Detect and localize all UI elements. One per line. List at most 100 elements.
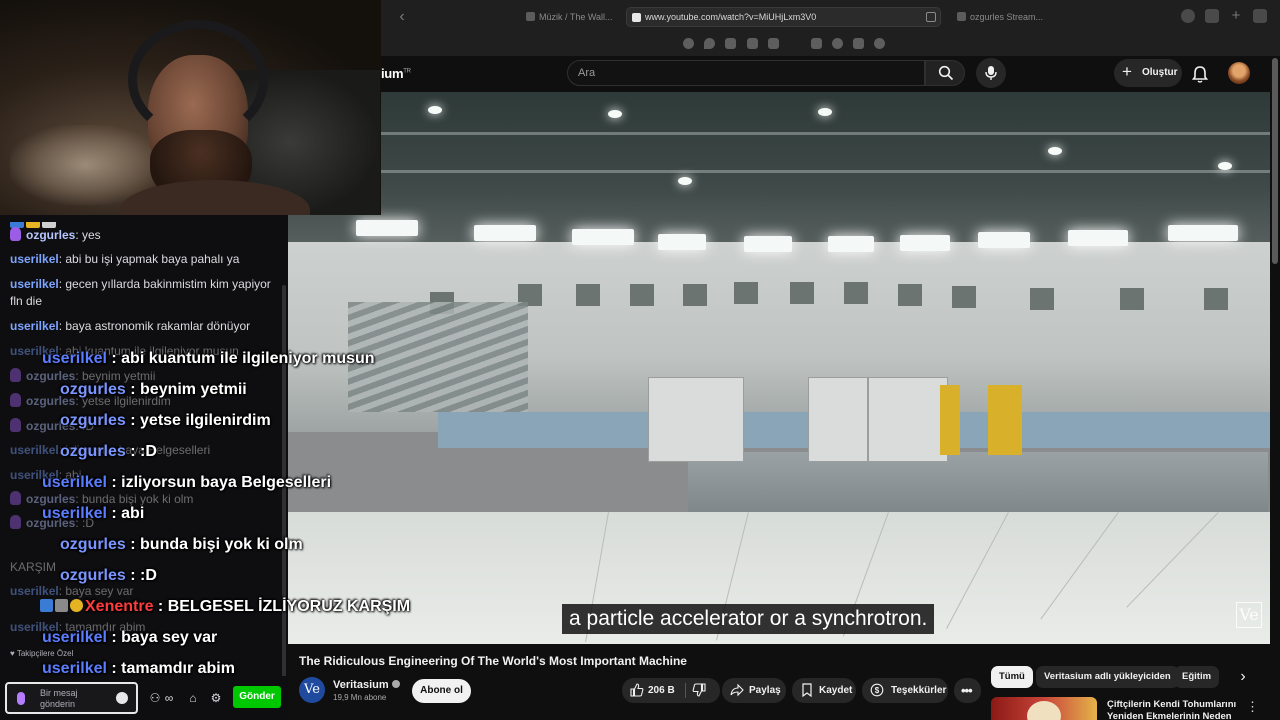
overlay-message: userilkel : baya sey var [42,629,217,647]
video-frame-detail [988,385,1022,455]
extension-icon[interactable] [683,38,694,49]
extension-icon[interactable] [832,38,843,49]
like-count[interactable]: 206 B [648,678,675,703]
recommendation-thumbnail[interactable] [991,697,1097,720]
search-input[interactable] [578,67,898,79]
video-frame-detail [1204,288,1228,310]
overlay-username: Xenentre [85,598,154,615]
broadcaster-badge-icon [10,227,21,241]
video-frame-detail [744,236,792,252]
create-label: Oluştur [1142,67,1178,78]
video-frame-detail [952,286,976,308]
channel-avatar[interactable]: Ve [299,677,325,703]
voice-search-button[interactable] [976,58,1006,88]
share-label: Paylaş [749,685,781,696]
account-avatar[interactable] [1228,62,1250,84]
overlay-message: ozgurles : beynim yetmii [60,381,247,399]
extension-icon[interactable] [811,38,822,49]
chip-education[interactable]: Eğitim [1174,666,1220,688]
extension-icon[interactable] [874,38,885,49]
page-scrollbar-thumb[interactable] [1272,58,1278,264]
chat-username[interactable]: ozgurles [26,228,75,242]
back-arrow-icon[interactable]: ‹ [393,8,411,26]
chat-settings-gear-icon[interactable]: ⚙ [209,691,223,705]
extension-icon[interactable] [704,38,715,49]
video-frame-detail [808,377,868,462]
more-dots-icon: ••• [961,683,973,698]
search-button[interactable] [925,60,965,86]
overlay-message: ozgurles : bunda bişi yok ki olm [60,536,303,554]
chat-message: userilkel: abi bu işi yapmak baya pahalı… [10,251,272,268]
thumbnail-detail [1027,701,1061,720]
extensions-icon[interactable] [1181,9,1195,23]
overlay-username: ozgurles [60,536,126,553]
save-button[interactable]: Kaydet [792,678,856,703]
video-frame-detail [1068,230,1128,246]
more-actions-button[interactable]: ••• [954,678,981,703]
emote-picker-icon[interactable] [116,692,128,704]
subscriber-count: 19,9 Mn abone [333,693,387,702]
chevron-right-icon[interactable]: › [1234,667,1252,687]
chip-uploader[interactable]: Veritasium adlı yükleyiciden [1036,666,1179,688]
share-icon[interactable] [1205,9,1219,23]
notifications-bell-icon[interactable] [1189,63,1211,85]
create-button[interactable]: + Oluştur [1114,59,1182,87]
overlay-username: ozgurles [60,567,126,584]
save-label: Kaydet [819,685,853,696]
extension-icon[interactable] [768,38,779,49]
tab-label: ozgurles Stream... [970,12,1044,22]
headphones [128,20,268,140]
chat-username[interactable]: userilkel [10,252,59,266]
logo-text: ium [381,66,404,81]
overlay-text: : BELGESEL İZLİYORUZ KARŞIM [153,598,411,615]
reader-mode-icon[interactable] [926,12,936,22]
youtube-logo[interactable]: iumTR [381,66,411,81]
video-frame-detail [844,282,868,304]
overlay-text: : :D [125,443,157,460]
share-button[interactable]: Paylaş [722,678,786,703]
thumbs-down-icon[interactable] [692,683,706,697]
extension-icon[interactable] [747,38,758,49]
verified-check-icon [391,680,400,688]
chat-message-input[interactable]: Bir mesaj gönderin [5,682,138,714]
video-frame-detail [428,106,442,114]
chat-link-icon[interactable]: ∞ [162,691,176,705]
overlay-text: : abi kuantum ile ilgileniyor musun [106,350,375,367]
like-dislike-group: 206 B [622,678,720,703]
video-frame-detail [658,234,706,250]
chat-tools-icon[interactable]: ⚇ [148,691,162,705]
youtube-header: iumTR + Oluştur [381,56,1280,92]
chat-store-icon[interactable]: ⌂ [186,691,200,705]
thanks-button[interactable]: $ Teşekkürler [862,678,948,703]
badge-icon [40,599,53,612]
share-arrow-icon [730,683,744,697]
chat-username[interactable]: userilkel [10,277,59,291]
chip-all[interactable]: Tümü [991,666,1033,688]
new-tab-icon[interactable]: + [1229,8,1243,23]
overlay-message: userilkel : izliyorsun baya Belgeselleri [42,474,331,492]
video-frame-detail [1218,162,1232,170]
extension-icon[interactable] [725,38,736,49]
tab-stream[interactable]: ozgurles Stream... [952,7,1060,27]
thumbs-up-icon[interactable] [630,683,644,697]
video-frame-detail [288,132,1270,135]
overlay-message: ozgurles : :D [60,443,157,461]
subscribe-button[interactable]: Abone ol [412,679,471,703]
overlay-username: ozgurles [60,381,126,398]
tab-music[interactable]: Müzik / The Wall... [521,7,617,27]
overlay-text: : beynim yetmii [125,381,247,398]
overlay-message: userilkel : abi kuantum ile ilgileniyor … [42,350,375,368]
channel-name[interactable]: Veritasium [333,679,400,691]
chat-send-button[interactable]: Gönder [233,686,281,708]
vertical-dots-menu-icon[interactable]: ⋮ [1246,700,1259,714]
chat-username[interactable]: userilkel [10,319,59,333]
browser-toolbar: ‹ Müzik / The Wall... www.youtube.com/wa… [381,0,1280,56]
tab-youtube[interactable]: www.youtube.com/watch?v=MiUHjLxm3V0 [626,7,941,27]
recommendation-title[interactable]: Çiftçilerin Kendi Tohumlarını Yeniden Ek… [1107,699,1237,720]
tab-favicon-icon [526,12,535,21]
channel-watermark[interactable]: Ve [1236,602,1262,628]
plus-icon: + [1122,62,1132,81]
video-frame-detail [1168,225,1238,241]
tab-overview-icon[interactable] [1253,9,1267,23]
extension-icon[interactable] [853,38,864,49]
